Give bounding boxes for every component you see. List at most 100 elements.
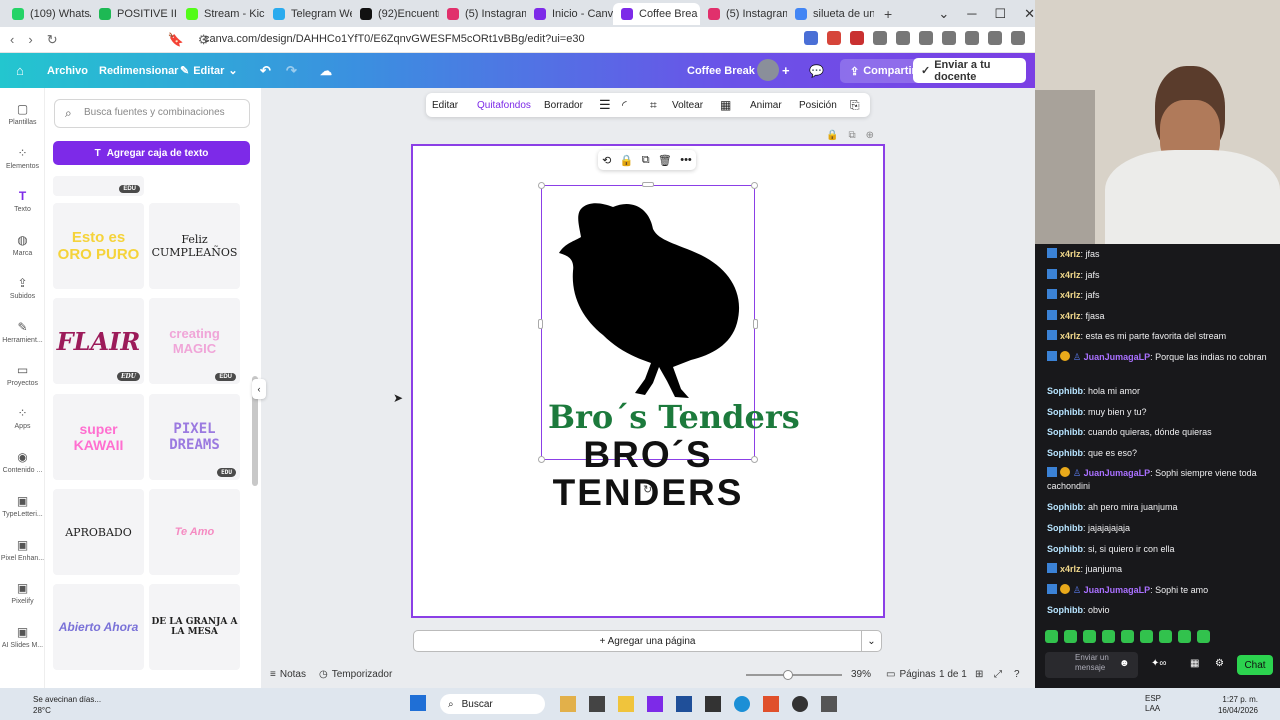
help-icon[interactable]: ? (1014, 669, 1020, 680)
fullscreen-icon[interactable]: ⤢ (994, 669, 1002, 680)
browser-tab[interactable]: Inicio - Canva (526, 3, 613, 25)
reload-icon[interactable]: ↻ (47, 32, 58, 48)
chat-username[interactable]: Sophibb (1047, 407, 1083, 417)
lock-icon[interactable]: 🔒 (826, 130, 838, 141)
resize-handle[interactable] (753, 319, 758, 329)
windows-start-icon[interactable] (410, 695, 426, 711)
chat-username[interactable]: JuanJumagaLP (1084, 352, 1151, 362)
green-title-text[interactable]: Bro´s Tenders (548, 398, 800, 436)
temporizador-button[interactable]: ◷ Temporizador (319, 669, 392, 680)
zoom-slider-knob[interactable] (783, 670, 794, 680)
rail-item[interactable]: T Texto (0, 189, 45, 213)
resize-handle[interactable] (538, 456, 545, 463)
home-icon[interactable]: ⌂ (16, 53, 24, 88)
chat-username[interactable]: Sophibb (1047, 427, 1083, 437)
chat-settings-icon[interactable]: ⚙ (1215, 658, 1224, 669)
paginas-button[interactable]: ▭ Páginas (886, 669, 936, 680)
add-page-icon[interactable]: ⊕ (866, 130, 874, 141)
edge-icon[interactable] (734, 696, 750, 712)
redo-icon[interactable]: ↷ (286, 53, 297, 88)
font-combo-card[interactable]: super KAWAII (53, 394, 144, 480)
extension-icon[interactable] (850, 31, 864, 45)
search-input[interactable]: ⌕ Busca fuentes y combinaciones (54, 99, 250, 128)
chat-username[interactable]: x4rlz (1060, 331, 1081, 341)
comment-icon[interactable]: 💬 (809, 53, 824, 88)
border-style-icon[interactable]: ☰ (599, 93, 611, 117)
undo-icon[interactable]: ↶ (260, 53, 271, 88)
chat-username[interactable]: Sophibb (1047, 544, 1083, 554)
more-icon[interactable]: ••• (680, 154, 692, 166)
obs-icon[interactable] (792, 696, 808, 712)
chat-send-button[interactable]: Chat (1237, 655, 1273, 675)
font-combo-card[interactable]: PIXEL DREAMS EDU (149, 394, 240, 480)
language-indicator[interactable]: ESP LAA (1145, 694, 1161, 714)
duplicate-page-icon[interactable]: ⧉ (848, 130, 855, 141)
rail-item[interactable]: ▣ TypeLetteri... (0, 494, 45, 518)
font-combo-card[interactable]: Esto es ORO PURO (53, 203, 144, 289)
resize-handle[interactable] (751, 456, 758, 463)
emote-icon[interactable] (1064, 630, 1077, 643)
url-field[interactable]: canva.com/design/DAHHCo1YfT0/E6ZqnvGWESF… (204, 33, 585, 45)
collapse-panel-button[interactable]: ‹ (252, 379, 266, 399)
taskbar-clock[interactable]: 1:27 p. m. 16/04/2026 (1218, 694, 1258, 716)
zoom-value[interactable]: 39% (851, 669, 871, 680)
rail-item[interactable]: ▭ Proyectos (0, 363, 45, 387)
terminal-icon[interactable] (705, 696, 721, 712)
tab-list-icon[interactable]: ⌄ (938, 6, 949, 22)
minimize-icon[interactable]: ─ (967, 6, 976, 21)
back-icon[interactable]: ‹ (10, 32, 14, 47)
browser-tab[interactable]: Coffee Brea✕ (613, 2, 700, 25)
rail-item[interactable]: ⁘ Apps (0, 406, 45, 430)
toolbar-animar[interactable]: Animar (750, 93, 782, 117)
corner-rounding-icon[interactable]: ◜ (622, 93, 627, 117)
grid-view-icon[interactable]: ⊞ (975, 669, 983, 680)
enviar-docente-button[interactable]: ✓ Enviar a tu docente (913, 58, 1026, 83)
chat-username[interactable]: x4rlz (1060, 311, 1081, 321)
toolbar-borrador[interactable]: Borrador (544, 93, 583, 117)
file-explorer-icon[interactable] (618, 696, 634, 712)
chat-username[interactable]: x4rlz (1060, 564, 1081, 574)
browser-tab[interactable]: (5) Instagram (700, 3, 787, 25)
emote-icon[interactable] (1140, 630, 1153, 643)
font-combo-card[interactable]: FLAIR EDU (53, 298, 144, 384)
zoom-slider[interactable] (746, 670, 842, 680)
font-combo-card[interactable]: DE LA GRANJA A LA MESA (149, 584, 240, 670)
design-title[interactable]: Coffee Break (687, 53, 755, 88)
rail-item[interactable]: ▣ Pixel Enhan... (0, 538, 45, 562)
extension-icon[interactable] (827, 31, 841, 45)
browser-tab[interactable]: silueta de un p (787, 3, 874, 25)
emote-icon[interactable] (1159, 630, 1172, 643)
extension-icon[interactable] (896, 31, 910, 45)
toolbar-quitafondos[interactable]: Quitafondos (477, 93, 531, 117)
rail-item[interactable]: ▣ AI Slides M... (0, 625, 45, 649)
chat-username[interactable]: JuanJumagaLP (1084, 468, 1151, 478)
emote-icon[interactable] (1197, 630, 1210, 643)
font-combo-card[interactable]: creating MAGIC EDU (149, 298, 240, 384)
lock-icon[interactable]: 🔒 (620, 154, 634, 167)
resize-handle[interactable] (642, 182, 654, 187)
cloud-saved-icon[interactable]: ☁ (320, 53, 332, 88)
rail-item[interactable]: ⁘ Elementos (0, 146, 45, 170)
forward-icon[interactable]: › (28, 32, 32, 47)
crop-icon[interactable]: ⌗ (650, 93, 657, 117)
add-textbox-button[interactable]: T Agregar caja de texto (53, 141, 250, 165)
bookmark-icon[interactable]: 🔖 (168, 32, 184, 48)
black-title-text[interactable]: BRO´S TENDERS (548, 436, 748, 512)
font-combo-card[interactable]: EDU (53, 176, 144, 196)
rail-item[interactable]: ◉ Contenido ... (0, 450, 45, 474)
shield-icon[interactable] (988, 31, 1002, 45)
maximize-icon[interactable]: ☐ (994, 6, 1006, 22)
chat-username[interactable]: x4rlz (1060, 249, 1081, 259)
duplicate-icon[interactable]: ⧉ (642, 154, 650, 167)
panel-scrollbar[interactable] (252, 176, 258, 681)
browser-tab[interactable]: (5) Instagram (439, 3, 526, 25)
rail-item[interactable]: ▣ Pixelify (0, 581, 45, 605)
extensions-icon[interactable] (873, 31, 887, 45)
chevron-down-icon[interactable]: ⌄ (861, 631, 881, 651)
taskbar-search[interactable]: ⌕ Buscar (440, 694, 545, 714)
brave-icon[interactable] (763, 696, 779, 712)
rail-item[interactable]: ▢ Plantillas (0, 102, 45, 126)
font-combo-card[interactable]: Abierto Ahora (53, 584, 144, 670)
chat-username[interactable]: Sophibb (1047, 605, 1083, 615)
toolbar-editar[interactable]: Editar (432, 93, 458, 117)
